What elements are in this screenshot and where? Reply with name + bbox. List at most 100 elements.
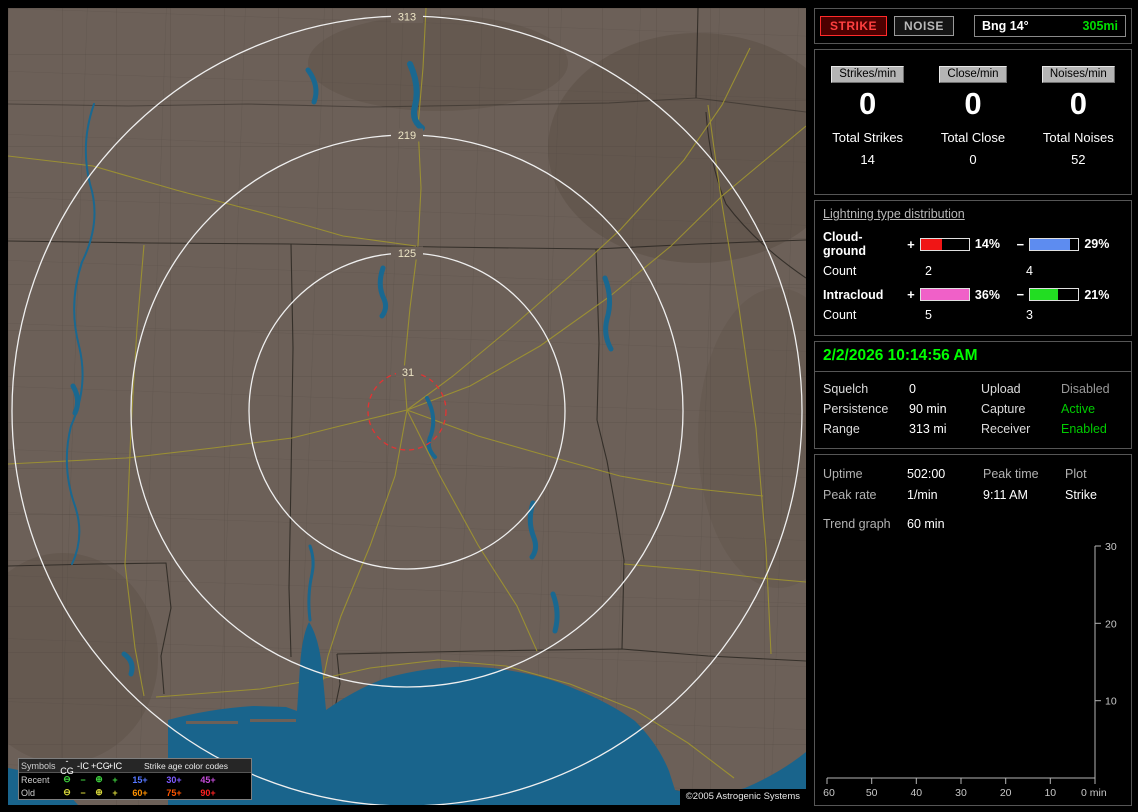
status-panel: STRIKE NOISE Bng 14° 305mi Strikes/min 0…	[814, 8, 1132, 811]
squelch-value: 0	[909, 382, 916, 396]
noises-per-min-button[interactable]: Noises/min	[1041, 66, 1115, 83]
map-canvas: 313 219 125 31	[8, 8, 806, 805]
cloud-ground-row: Cloud-ground + 14% − 29%	[823, 230, 1123, 258]
total-close-label: Total Close	[940, 130, 1006, 145]
trend-origin-label: 0 min	[1081, 787, 1107, 798]
plot-label: Plot	[1065, 466, 1087, 481]
strike-toggle-button[interactable]: STRIKE	[820, 16, 888, 36]
peak-time-value: 9:11 AM	[983, 487, 1028, 502]
total-strikes-label: Total Strikes	[832, 130, 904, 145]
settings-row: Squelch 0 Upload Disabled	[823, 379, 1123, 399]
range-label-313: 313	[398, 12, 416, 24]
legend-col-pos-ic: +IC	[107, 760, 123, 771]
strikes-per-min-button[interactable]: Strikes/min	[831, 66, 905, 83]
distribution-title: Lightning type distribution	[823, 207, 965, 221]
total-noises-value: 52	[1071, 152, 1086, 167]
range-label-125: 125	[398, 248, 416, 260]
intracloud-count-row: Count 5 3	[823, 308, 1123, 322]
plus-sign: +	[907, 236, 915, 252]
peak-rate-label: Peak rate	[823, 487, 877, 502]
pos-cg-old-icon: ⊕	[95, 787, 103, 797]
neg-ic-recent-icon: −	[80, 774, 86, 785]
intracloud-row: Intracloud + 36% − 21%	[823, 287, 1123, 302]
ic-negative-percent: 21%	[1084, 287, 1110, 302]
svg-text:20: 20	[1105, 618, 1117, 630]
cg-negative-bar-fill	[1030, 238, 1070, 250]
strikes-per-min-value: 0	[859, 86, 877, 121]
legend-symbols-header: Symbols	[21, 760, 56, 771]
noise-toggle-button[interactable]: NOISE	[894, 16, 954, 36]
legend-header-row: Symbols -CG -IC +CG +IC Strike age color…	[19, 755, 251, 776]
close-counter: Close/min 0 Total Close 0	[920, 64, 1025, 194]
uptime-label: Uptime	[823, 466, 863, 481]
ic-positive-percent: 36%	[974, 287, 1000, 302]
age-90: 90+	[200, 787, 216, 798]
ic-negative-bar	[1029, 288, 1080, 301]
pos-ic-recent-icon: +	[112, 774, 118, 785]
neg-cg-old-icon: ⊖	[63, 787, 71, 797]
copyright-text: ©2005 Astrogenic Systems	[679, 789, 806, 805]
trend-section: Uptime 502:00 Peak time Plot Peak rate 1…	[814, 454, 1132, 806]
ic-positive-bar	[919, 288, 970, 301]
intracloud-label: Intracloud	[823, 287, 884, 302]
range-value: 313 mi	[909, 422, 947, 436]
status-row: Peak rate 1/min 9:11 AM Strike	[823, 484, 1123, 505]
ic-negative-count: 3	[1026, 308, 1033, 322]
svg-text:40: 40	[910, 787, 922, 798]
svg-text:30: 30	[1105, 541, 1117, 553]
count-label: Count	[823, 264, 857, 278]
age-15: 15+	[132, 774, 148, 785]
rate-counters-section: Strikes/min 0 Total Strikes 14 Close/min…	[814, 49, 1132, 195]
range-label-219: 219	[398, 130, 416, 142]
close-per-min-value: 0	[964, 86, 982, 121]
trend-graph: 30 20 10 60 50 40 30 20 10 0 min	[823, 541, 1117, 798]
strikes-counter: Strikes/min 0 Total Strikes 14	[815, 64, 920, 194]
pos-cg-recent-icon: ⊕	[95, 774, 103, 784]
panel-header-section: STRIKE NOISE Bng 14° 305mi	[814, 8, 1132, 44]
upload-status: Disabled	[1061, 382, 1110, 396]
total-noises-label: Total Noises	[1042, 130, 1114, 145]
cg-positive-bar	[919, 237, 970, 251]
capture-status: Active	[1061, 402, 1096, 416]
legend-age-header: Strike age color codes	[143, 760, 229, 771]
age-30: 30+	[166, 774, 182, 785]
uptime-value: 502:00	[907, 466, 946, 481]
noises-counter: Noises/min 0 Total Noises 52	[1026, 64, 1131, 194]
svg-text:20: 20	[1000, 787, 1012, 798]
persistence-value: 90 min	[909, 402, 947, 416]
peak-time-label: Peak time	[983, 466, 1039, 481]
neg-ic-old-icon: −	[80, 787, 86, 798]
range-label: Range	[823, 422, 860, 436]
close-per-min-button[interactable]: Close/min	[939, 66, 1007, 83]
strike-symbol-legend: Symbols -CG -IC +CG +IC Strike age color…	[18, 755, 252, 800]
cg-negative-count: 4	[1026, 264, 1033, 278]
trend-y-labels: 30 20 10	[1105, 541, 1117, 708]
cg-positive-bar-fill	[920, 238, 943, 250]
datetime-display: 2/2/2026 10:14:56 AM	[815, 342, 1131, 372]
pos-ic-old-icon: +	[112, 787, 118, 798]
cloud-ground-count-row: Count 2 4	[823, 264, 1123, 278]
count-label: Count	[823, 308, 857, 322]
distribution-section: Lightning type distribution Cloud-ground…	[814, 200, 1132, 336]
status-row: Uptime 502:00 Peak time Plot	[823, 463, 1123, 484]
cg-positive-percent: 14%	[974, 237, 1000, 251]
ic-negative-bar-fill	[1030, 289, 1059, 300]
legend-old-row: Old ⊖ − ⊕ + 60+ 75+ 90+	[19, 786, 251, 799]
total-close-value: 0	[969, 152, 977, 167]
ic-positive-bar-fill	[920, 289, 969, 300]
age-45: 45+	[200, 774, 216, 785]
lightning-map: 313 219 125 31 Symbols -CG -IC +CG +IC S…	[8, 8, 806, 805]
receiver-label: Receiver	[981, 422, 1031, 436]
cg-positive-count: 2	[925, 264, 932, 278]
upload-label: Upload	[981, 382, 1021, 396]
range-label-31: 31	[402, 367, 414, 379]
neg-cg-recent-icon: ⊖	[63, 774, 71, 784]
legend-col-neg-cg: -CG	[60, 755, 74, 776]
distance-value: 305mi	[1082, 19, 1118, 33]
svg-text:10: 10	[1105, 696, 1117, 708]
age-75: 75+	[166, 787, 182, 798]
bearing-readout: Bng 14° 305mi	[974, 15, 1126, 37]
svg-text:10: 10	[1044, 787, 1056, 798]
persistence-label: Persistence	[823, 402, 889, 416]
age-60: 60+	[132, 787, 148, 798]
